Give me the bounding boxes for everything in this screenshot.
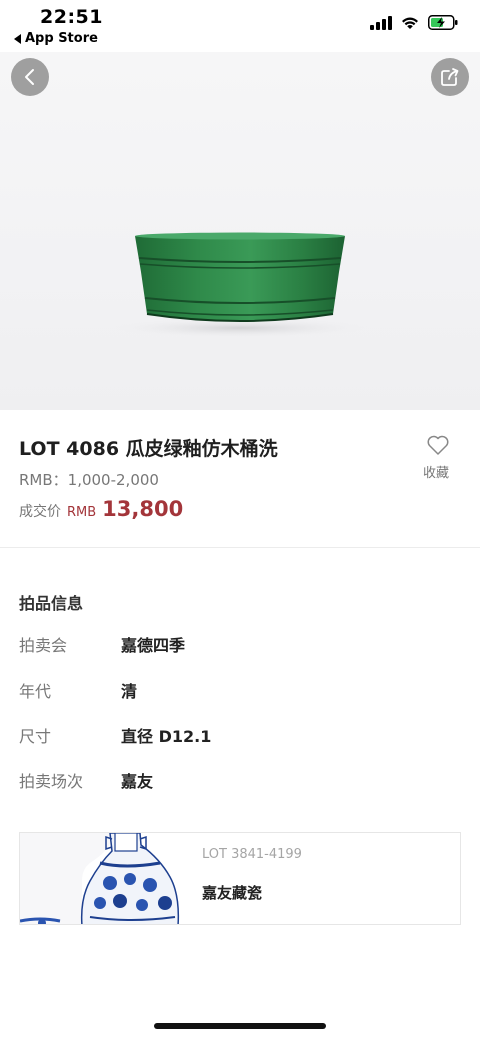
share-button[interactable]: [431, 58, 469, 96]
heart-icon: [427, 435, 449, 455]
detail-value: 直径 D12.1: [121, 727, 212, 746]
favorite-label: 收藏: [422, 466, 449, 481]
share-icon: [441, 68, 459, 86]
deal-price-row: 成交价 RMB 13,800: [19, 497, 183, 521]
session-lot-range: LOT 3841-4199: [202, 847, 302, 862]
section-title: 拍品信息: [19, 594, 84, 613]
status-time: 22:51: [40, 6, 103, 28]
lot-summary: LOT 4086 瓜皮绿釉仿木桶洗 RMB：1,000-2,000 成交价 RM…: [0, 410, 480, 548]
deal-label: 成交价: [19, 504, 61, 520]
deal-price: 13,800: [102, 497, 184, 521]
session-card[interactable]: LOT 3841-4199 嘉友藏瓷: [19, 832, 461, 925]
wifi-icon: [402, 17, 418, 29]
session-cover-image: [20, 833, 186, 924]
chevron-left-icon: [25, 69, 34, 85]
deal-currency: RMB: [67, 505, 97, 520]
detail-row-session: 拍卖场次 嘉友: [19, 768, 459, 792]
back-app-label: App Store: [25, 31, 98, 46]
detail-row-auction: 拍卖会 嘉德四季: [19, 632, 459, 656]
lot-title: LOT 4086 瓜皮绿釉仿木桶洗: [19, 438, 278, 460]
session-name: 嘉友藏瓷: [202, 884, 263, 902]
detail-key: 年代: [19, 682, 52, 701]
back-to-app-store-link[interactable]: App Store: [14, 31, 98, 46]
blue-white-vase-image: [20, 833, 186, 924]
detail-key: 拍卖场次: [19, 772, 84, 791]
detail-row-era: 年代 清: [19, 678, 459, 702]
detail-value: 嘉友: [121, 772, 154, 791]
detail-value: 嘉德四季: [121, 636, 186, 655]
detail-value: 清: [121, 682, 138, 701]
status-icons: [370, 15, 458, 30]
signal-icon: [370, 15, 392, 30]
battery-charging-icon: [428, 15, 458, 30]
detail-key: 尺寸: [19, 727, 52, 746]
home-indicator[interactable]: [154, 1023, 326, 1029]
green-glazed-brush-washer-image: [110, 232, 370, 338]
back-triangle-icon: [14, 33, 21, 44]
back-button[interactable]: [11, 58, 49, 96]
product-image[interactable]: [0, 52, 480, 410]
detail-row-size: 尺寸 直径 D12.1: [19, 723, 459, 747]
estimate: RMB：1,000-2,000: [19, 471, 159, 489]
status-bar: 22:51 App Store: [0, 0, 480, 52]
favorite-button[interactable]: 收藏: [422, 434, 454, 481]
detail-key: 拍卖会: [19, 636, 68, 655]
